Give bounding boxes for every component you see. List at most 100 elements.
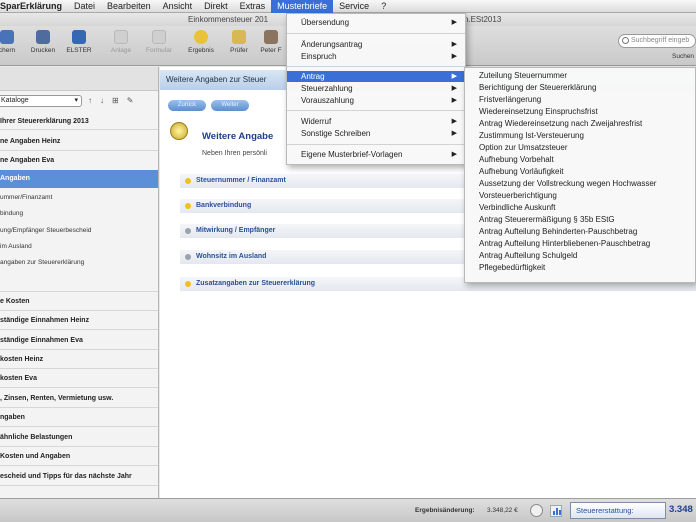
menu-item[interactable]: Zustimmung Ist-Versteuerung <box>465 130 695 141</box>
sidebar-item[interactable]: , Zinsen, Renten, Vermietung usw. <box>0 392 158 405</box>
search-placeholder: Suchbegriff eingeb <box>631 37 690 44</box>
sidebar-item[interactable]: ne Angaben Heinz <box>0 135 158 148</box>
divider <box>0 485 158 486</box>
sidebar-subitem[interactable]: bindung <box>0 208 158 219</box>
menu-item-uebersendung[interactable]: Übersendung ▶ <box>287 17 465 28</box>
submenu-arrow-icon: ▶ <box>451 85 457 92</box>
search-input[interactable]: Suchbegriff eingeb <box>618 34 696 48</box>
menu-help[interactable]: ? <box>375 0 392 13</box>
menu-item[interactable]: Antrag Aufteilung Hinterbliebenen-Pausch… <box>465 238 695 249</box>
grid-icon[interactable]: ⊞ <box>112 96 119 105</box>
divider <box>0 387 158 388</box>
divider <box>0 426 158 427</box>
result-icon <box>194 30 208 44</box>
menu-datei[interactable]: Datei <box>68 0 101 13</box>
sidebar-item[interactable]: kosten Heinz <box>0 353 158 366</box>
menu-item-steuerzahlung[interactable]: Steuerzahlung ▶ <box>287 83 465 94</box>
sidebar-item[interactable]: kosten Eva <box>0 372 158 385</box>
menu-item[interactable]: Berichtigung der Steuererklärung <box>465 82 695 93</box>
sidebar-item[interactable]: ständige Einnahmen Eva <box>0 334 158 347</box>
chart-icon[interactable] <box>550 505 562 517</box>
save-button[interactable]: chern <box>0 30 24 54</box>
menu-item-widerruf[interactable]: Widerruf ▶ <box>287 116 465 127</box>
sidebar-item[interactable]: ne Angaben Eva <box>0 154 158 167</box>
submenu-arrow-icon: ▶ <box>451 118 457 125</box>
divider <box>0 349 158 350</box>
menu-item-vorauszahlung[interactable]: Vorauszahlung ▶ <box>287 95 465 106</box>
menu-item-aenderungsantrag[interactable]: Änderungsantrag ▶ <box>287 39 465 50</box>
menu-item-sonstige[interactable]: Sonstige Schreiben ▶ <box>287 128 465 139</box>
sidebar-item-label: ähnliche Belastungen <box>0 434 73 441</box>
section-label: Steuernummer / Finanzamt <box>196 177 286 184</box>
sidebar-item[interactable]: escheid und Tipps für das nächste Jahr <box>0 470 158 483</box>
sidebar-item[interactable]: Angaben <box>0 170 158 188</box>
menu-direkt[interactable]: Direkt <box>198 0 234 13</box>
menu-item[interactable]: Aufhebung Vorbehalt <box>465 154 695 165</box>
back-button[interactable]: Zurück <box>168 100 206 111</box>
menu-item-label: Sonstige Schreiben <box>301 129 371 138</box>
sidebar-subitem[interactable]: ummer/Finanzamt <box>0 192 158 203</box>
menu-extras[interactable]: Extras <box>234 0 272 13</box>
catalog-dropdown[interactable]: Kataloge ▾ <box>0 95 82 107</box>
menu-item[interactable]: Option zur Umsatzsteuer <box>465 142 695 153</box>
search-icon <box>622 37 629 44</box>
ergebnis-label: Ergebnisänderung: <box>415 507 475 514</box>
section-label: Mitwirkung / Empfänger <box>196 227 276 234</box>
menu-item[interactable]: Zuteilung Steuernummer <box>465 70 695 81</box>
status-check-icon[interactable] <box>530 504 543 517</box>
sidebar-subitem[interactable]: ung/Empfänger Steuerbescheid <box>0 225 158 236</box>
menu-item-antrag[interactable]: Antrag ▶ <box>287 71 465 82</box>
menu-item[interactable]: Verbindliche Auskunft <box>465 202 695 213</box>
person-button[interactable]: Peter F <box>254 30 288 54</box>
menu-item[interactable]: Pflegebedürftigkeit <box>465 262 695 273</box>
submenu-arrow-icon: ▶ <box>451 130 457 137</box>
menu-bearbeiten[interactable]: Bearbeiten <box>101 0 157 13</box>
sidebar-item[interactable]: Ihrer Steuererklärung 2013 <box>0 115 158 128</box>
menu-app[interactable]: SparErklärung <box>0 0 68 13</box>
menu-ansicht[interactable]: Ansicht <box>157 0 199 13</box>
ergebnis-button[interactable]: Ergebnis <box>184 30 218 54</box>
arrow-up-icon[interactable]: ↑ <box>88 96 92 105</box>
arrow-down-icon[interactable]: ↓ <box>100 96 104 105</box>
menu-item-label: Vorauszahlung <box>301 96 354 105</box>
menu-item[interactable]: Wiedereinsetzung Einspruchsfrist <box>465 106 695 117</box>
menu-item[interactable]: Aussetzung der Vollstreckung wegen Hochw… <box>465 178 695 189</box>
menu-item[interactable]: Fristverlängerung <box>465 94 695 105</box>
sidebar-tools: ↑ ↓ ⊞ ✎ <box>88 96 133 105</box>
sidebar-item[interactable]: ähnliche Belastungen <box>0 431 158 444</box>
print-button[interactable]: Drucken <box>26 30 60 54</box>
section-label: Zusatzangaben zur Steuererklärung <box>196 280 316 287</box>
sidebar-item-label: e Kosten <box>0 298 30 305</box>
antrag-submenu: Zuteilung Steuernummer Berichtigung der … <box>464 67 696 283</box>
submenu-arrow-icon: ▶ <box>451 41 457 48</box>
sidebar-item[interactable]: e Kosten <box>0 295 158 308</box>
sidebar-subitem[interactable]: angaben zur Steuererklärung <box>0 257 158 268</box>
menu-item[interactable]: Antrag Aufteilung Behinderten-Pauschbetr… <box>465 226 695 237</box>
menu-item[interactable]: Vorsteuerberichtigung <box>465 190 695 201</box>
sidebar-item[interactable]: ständige Einnahmen Heinz <box>0 314 158 327</box>
menu-item[interactable]: Aufhebung Vorläufigkeit <box>465 166 695 177</box>
submenu-arrow-icon: ▶ <box>451 53 457 60</box>
menu-separator <box>287 144 465 145</box>
sidebar-item-label: kosten Eva <box>0 375 37 382</box>
pruefer-button[interactable]: Prüfer <box>222 30 256 54</box>
sidebar-item[interactable]: ngaben <box>0 411 158 424</box>
anlage-button[interactable]: Anlage <box>104 30 138 54</box>
next-button[interactable]: Weiter <box>211 100 249 111</box>
menu-item-einspruch[interactable]: Einspruch ▶ <box>287 51 465 62</box>
edit-icon[interactable]: ✎ <box>127 96 134 105</box>
sidebar-subitem[interactable]: im Ausland <box>0 241 158 252</box>
divider <box>0 129 158 130</box>
menu-item-label: Einspruch <box>301 52 337 61</box>
menu-item[interactable]: Antrag Wiedereinsetzung nach Zweijahresf… <box>465 118 695 129</box>
menu-item[interactable]: Antrag Aufteilung Schulgeld <box>465 250 695 261</box>
menu-service[interactable]: Service <box>333 0 375 13</box>
sidebar-item[interactable]: Kosten und Angaben <box>0 450 158 463</box>
elster-icon <box>72 30 86 44</box>
menu-item[interactable]: Antrag Steuerermäßigung § 35b EStG <box>465 214 695 225</box>
elster-button[interactable]: ELSTER <box>62 30 96 54</box>
divider <box>0 150 158 151</box>
menu-item-eigene-vorlagen[interactable]: Eigene Musterbrief-Vorlagen ▶ <box>287 149 465 160</box>
menu-musterbriefe[interactable]: Musterbriefe <box>271 0 334 13</box>
formular-button[interactable]: Formular <box>142 30 176 54</box>
